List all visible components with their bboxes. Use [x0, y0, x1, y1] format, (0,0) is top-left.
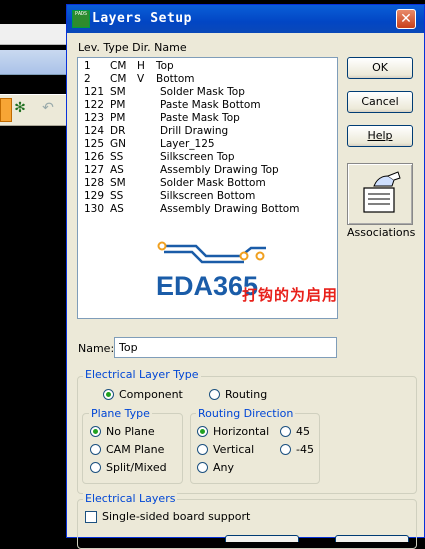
- layer-list[interactable]: 1 CM H Top 2 CM V Bottom 121 SM Solder Mask Top 122…: [77, 57, 338, 319]
- layer-type: SS: [110, 190, 124, 202]
- no-plane-label[interactable]: No Plane: [106, 425, 155, 438]
- layer-lev: 123: [84, 112, 105, 124]
- component-icon[interactable]: ✻: [12, 100, 28, 116]
- layer-name: Layer_125: [160, 138, 215, 150]
- routing-direction-legend: Routing Direction: [196, 407, 296, 420]
- horizontal-label[interactable]: Horizontal: [213, 425, 269, 438]
- single-sided-label[interactable]: Single-sided board support: [102, 510, 250, 523]
- any-radio[interactable]: [197, 462, 208, 473]
- layer-name: Solder Mask Top: [160, 86, 245, 98]
- name-field[interactable]: [114, 337, 337, 358]
- name-label: Name:: [78, 342, 115, 355]
- pads-app-icon: PADS: [72, 10, 90, 28]
- layer-lev: 129: [84, 190, 105, 202]
- annotation-watermark: 打钩的为启用: [242, 286, 339, 304]
- layer-lev: 126: [84, 151, 105, 163]
- layer-type: CM: [110, 60, 127, 72]
- layer-type: PM: [110, 99, 126, 111]
- close-button[interactable]: ✕: [396, 9, 416, 29]
- layer-lev: 2: [84, 73, 91, 85]
- layer-lev: 128: [84, 177, 105, 189]
- cam-plane-label[interactable]: CAM Plane: [106, 443, 164, 456]
- cam-plane-radio[interactable]: [90, 444, 101, 455]
- layer-name: Assembly Drawing Top: [160, 164, 279, 176]
- component-label[interactable]: Component: [119, 388, 183, 401]
- minus-45-label[interactable]: -45: [296, 443, 314, 456]
- layer-type: AS: [110, 164, 124, 176]
- bottom-button-1[interactable]: [225, 535, 299, 542]
- help-button-label: Help: [367, 129, 393, 142]
- minus-45-radio[interactable]: [280, 444, 291, 455]
- bottom-button-2[interactable]: [335, 535, 409, 542]
- layer-type: SM: [110, 177, 126, 189]
- layer-name: Top: [156, 60, 174, 72]
- layer-name: Solder Mask Bottom: [160, 177, 266, 189]
- layer-lev: 122: [84, 99, 105, 111]
- layer-name: Drill Drawing: [160, 125, 229, 137]
- undo-icon[interactable]: ↶: [40, 100, 56, 116]
- associations-label: Associations: [347, 226, 416, 239]
- layer-name: Silkscreen Bottom: [160, 190, 256, 202]
- routing-label[interactable]: Routing: [225, 388, 267, 401]
- any-label[interactable]: Any: [213, 461, 234, 474]
- layer-type: GN: [110, 138, 126, 150]
- layers-setup-dialog: PADS Layers Setup ✕ Lev. Type Dir. Name …: [66, 4, 425, 549]
- layer-type: CM: [110, 73, 127, 85]
- layer-dir: V: [137, 73, 145, 85]
- layer-name: Silkscreen Top: [160, 151, 235, 163]
- 45-label[interactable]: 45: [296, 425, 310, 438]
- split-mixed-radio[interactable]: [90, 462, 101, 473]
- horizontal-radio[interactable]: [197, 426, 208, 437]
- vertical-label[interactable]: Vertical: [213, 443, 254, 456]
- background-app: [0, 0, 70, 538]
- electrical-layers-legend: Electrical Layers: [83, 492, 178, 505]
- layer-lev: 125: [84, 138, 105, 150]
- associations-icon: [363, 171, 401, 213]
- layer-type: PM: [110, 112, 126, 124]
- help-button[interactable]: Help: [347, 125, 413, 147]
- no-plane-radio[interactable]: [90, 426, 101, 437]
- layer-lev: 1: [84, 60, 91, 72]
- layer-type: DR: [110, 125, 126, 137]
- vertical-radio[interactable]: [197, 444, 208, 455]
- ok-button[interactable]: OK: [347, 57, 413, 79]
- layer-list-header: Lev. Type Dir. Name: [78, 41, 187, 54]
- electrical-layer-type-legend: Electrical Layer Type: [83, 368, 201, 381]
- plane-type-legend: Plane Type: [89, 407, 152, 420]
- title-bar[interactable]: PADS Layers Setup ✕: [67, 5, 424, 33]
- single-sided-checkbox[interactable]: [85, 511, 97, 523]
- 45-radio[interactable]: [280, 426, 291, 437]
- component-radio[interactable]: [103, 389, 114, 400]
- layer-lev: 127: [84, 164, 105, 176]
- dialog-title: Layers Setup: [92, 11, 192, 26]
- layer-name: Paste Mask Top: [160, 112, 240, 124]
- layer-type: SM: [110, 86, 126, 98]
- routing-radio[interactable]: [209, 389, 220, 400]
- layer-dir: H: [137, 60, 145, 72]
- layer-lev: 121: [84, 86, 105, 98]
- split-mixed-label[interactable]: Split/Mixed: [106, 461, 167, 474]
- associations-button[interactable]: [347, 163, 413, 225]
- layer-name: Assembly Drawing Bottom: [160, 203, 300, 215]
- background-window-bar: [0, 24, 70, 45]
- layer-lev: 130: [84, 203, 105, 215]
- layer-lev: 124: [84, 125, 105, 137]
- layer-name: Paste Mask Bottom: [160, 99, 261, 111]
- layer-type: SS: [110, 151, 124, 163]
- cancel-button[interactable]: Cancel: [347, 91, 413, 113]
- background-panel-header: [0, 50, 70, 75]
- layer-name: Bottom: [156, 73, 195, 85]
- background-toolbar-button[interactable]: [0, 98, 12, 122]
- layer-type: AS: [110, 203, 124, 215]
